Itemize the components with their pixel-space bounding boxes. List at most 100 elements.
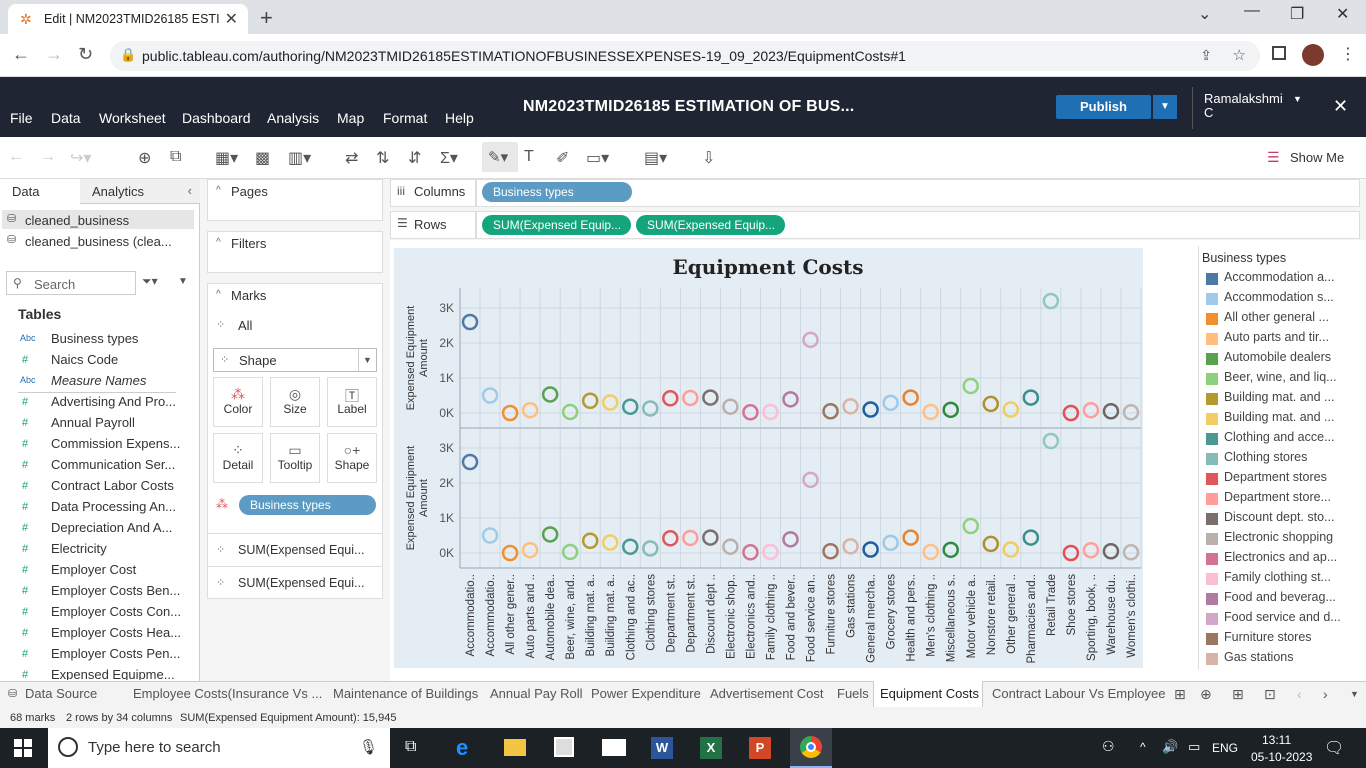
totals-icon[interactable]: Σ▾ bbox=[440, 148, 458, 168]
marks-sum-pill-2[interactable]: SUM(Expensed Equi... bbox=[238, 576, 364, 590]
menu-dashboard[interactable]: Dashboard bbox=[182, 110, 251, 126]
legend-item[interactable]: Family clothing st... bbox=[1202, 570, 1352, 588]
field-item[interactable]: Commission Expens... bbox=[51, 436, 181, 451]
format-workbook-icon[interactable]: ✐ bbox=[556, 148, 569, 168]
tab-employee-costs[interactable]: Employee Costs(Insurance Vs ... bbox=[133, 686, 322, 701]
menu-data[interactable]: Data bbox=[51, 110, 81, 126]
pause-updates-icon[interactable]: ⧉ bbox=[170, 148, 181, 166]
tab-advertisement-cost[interactable]: Advertisement Cost bbox=[710, 686, 823, 701]
volume-icon[interactable]: 🔊 bbox=[1162, 739, 1178, 755]
close-window-icon[interactable]: ✕ bbox=[1336, 4, 1349, 24]
file-explorer-icon[interactable] bbox=[504, 739, 526, 756]
legend-item[interactable]: Electronics and ap... bbox=[1202, 550, 1352, 568]
equipment-costs-chart[interactable]: Equipment Costs 0K1K2K3KExpensed Equipme… bbox=[390, 240, 1196, 670]
maximize-icon[interactable]: ❐ bbox=[1290, 4, 1304, 24]
field-item[interactable]: Employer Cost bbox=[51, 562, 181, 577]
clock-time[interactable]: 13:11 bbox=[1262, 733, 1291, 747]
rows-sum-pill-2[interactable]: SUM(Expensed Equip... bbox=[636, 215, 785, 235]
legend-item[interactable]: Department stores bbox=[1202, 470, 1352, 488]
word-icon[interactable]: W bbox=[651, 737, 673, 759]
people-icon[interactable]: ⚇ bbox=[1102, 738, 1115, 755]
legend-item[interactable]: Food and beverag... bbox=[1202, 590, 1352, 608]
minimize-icon[interactable]: — bbox=[1244, 2, 1260, 20]
search-input[interactable]: ⚲ Search bbox=[6, 271, 136, 295]
sheet-sorter-icon[interactable]: ⊞ bbox=[1174, 686, 1186, 703]
tab-data-source[interactable]: Data Source bbox=[25, 686, 97, 701]
tab-equipment-costs[interactable]: Equipment Costs bbox=[880, 686, 979, 701]
tab-annual-pay-roll[interactable]: Annual Pay Roll bbox=[490, 686, 583, 701]
new-worksheet-tab-icon[interactable]: ⊕ bbox=[1200, 686, 1212, 703]
legend-item[interactable]: Electronic shopping bbox=[1202, 530, 1352, 548]
new-dashboard-tab-icon[interactable]: ⊞ bbox=[1232, 686, 1244, 703]
field-item[interactable]: Employer Costs Hea... bbox=[51, 625, 181, 640]
field-item[interactable]: Annual Payroll bbox=[51, 415, 181, 430]
sort-ascending-icon[interactable]: ⇅ bbox=[376, 148, 389, 168]
duplicate-sheet-icon[interactable]: ▩ bbox=[255, 148, 270, 168]
sort-descending-icon[interactable]: ⇵ bbox=[408, 148, 421, 168]
legend-item[interactable]: Building mat. and ... bbox=[1202, 410, 1352, 428]
field-item[interactable]: Electricity bbox=[51, 541, 181, 556]
legend-item[interactable]: Clothing and acce... bbox=[1202, 430, 1352, 448]
new-worksheet-icon[interactable]: ▦▾ bbox=[215, 148, 238, 168]
microphone-icon[interactable]: 🎙 bbox=[359, 738, 378, 756]
new-data-source-icon[interactable]: ⊕ bbox=[138, 148, 151, 168]
browser-menu-icon[interactable]: ⋮ bbox=[1340, 44, 1356, 64]
collapse-icon[interactable]: ^ bbox=[216, 289, 221, 300]
clock-date[interactable]: 05-10-2023 bbox=[1251, 750, 1312, 764]
legend-item[interactable]: Discount dept. sto... bbox=[1202, 510, 1352, 528]
legend-item[interactable]: Clothing stores bbox=[1202, 450, 1352, 468]
new-story-tab-icon[interactable]: ⊡ bbox=[1264, 686, 1276, 703]
field-item[interactable]: Advertising And Pro... bbox=[51, 394, 181, 409]
field-item[interactable]: Contract Labor Costs bbox=[51, 478, 181, 493]
edge-icon[interactable]: e bbox=[456, 735, 468, 761]
replay-icon[interactable]: ↪▾ bbox=[70, 148, 91, 168]
browser-tab[interactable]: ✲ Edit | NM2023TMID26185 ESTIM ✕ bbox=[8, 4, 248, 34]
legend-item[interactable]: Auto parts and tir... bbox=[1202, 330, 1352, 348]
tabs-menu-icon[interactable]: ▼ bbox=[1350, 689, 1359, 699]
scroll-left-icon[interactable]: ‹ bbox=[1297, 686, 1302, 702]
swap-icon[interactable]: ⇄ bbox=[345, 148, 358, 168]
menu-analysis[interactable]: Analysis bbox=[267, 110, 319, 126]
notifications-icon[interactable]: 🗨 bbox=[1324, 738, 1344, 758]
tooltip-button[interactable]: ▭ Tooltip bbox=[270, 433, 320, 483]
publish-button[interactable]: Publish bbox=[1056, 95, 1151, 119]
task-view-icon[interactable]: ⧉ bbox=[405, 738, 416, 756]
close-editor-icon[interactable]: ✕ bbox=[1333, 96, 1348, 117]
battery-icon[interactable]: ▭ bbox=[1188, 739, 1200, 755]
collapse-pane-icon[interactable]: ‹ bbox=[188, 183, 192, 198]
tab-maintenance-of-buildings[interactable]: Maintenance of Buildings bbox=[333, 686, 478, 701]
download-icon[interactable]: ⇩ bbox=[702, 148, 715, 168]
legend-item[interactable]: Building mat. and ... bbox=[1202, 390, 1352, 408]
field-item[interactable]: Data Processing An... bbox=[51, 499, 181, 514]
share-icon[interactable]: ⇪ bbox=[1200, 47, 1212, 64]
menu-file[interactable]: File bbox=[10, 110, 33, 126]
profile-avatar[interactable] bbox=[1302, 44, 1324, 66]
publish-dropdown-icon[interactable]: ▼ bbox=[1153, 95, 1177, 119]
language-indicator[interactable]: ENG bbox=[1212, 741, 1238, 755]
undo-icon[interactable]: ← bbox=[8, 148, 24, 166]
tab-search-icon[interactable]: ⌄ bbox=[1198, 4, 1211, 24]
legend-item[interactable]: Automobile dealers bbox=[1202, 350, 1352, 368]
redo-icon[interactable]: → bbox=[40, 148, 56, 166]
field-item[interactable]: Business types bbox=[51, 331, 181, 346]
color-button[interactable]: ⁂ Color bbox=[213, 377, 263, 427]
side-panel-icon[interactable] bbox=[1272, 46, 1286, 60]
legend-item[interactable]: Food service and d... bbox=[1202, 610, 1352, 628]
url-field[interactable]: 🔒 public.tableau.com/authoring/NM2023TMI… bbox=[110, 41, 1260, 71]
tab-data[interactable]: Data bbox=[0, 179, 80, 204]
size-button[interactable]: ◎ Size bbox=[270, 377, 320, 427]
bookmark-star-icon[interactable]: ☆ bbox=[1233, 46, 1246, 64]
user-name[interactable]: Ramalakshmi C bbox=[1204, 92, 1294, 120]
labels-icon[interactable]: T bbox=[524, 148, 534, 166]
rows-sum-pill-1[interactable]: SUM(Expensed Equip... bbox=[482, 215, 631, 235]
taskbar-search-box[interactable]: Type here to search 🎙 bbox=[48, 728, 390, 768]
show-hidden-icons[interactable]: ^ bbox=[1140, 740, 1146, 754]
filter-fields-icon[interactable]: ⏷▾ bbox=[142, 274, 158, 289]
field-item[interactable]: Employer Costs Con... bbox=[51, 604, 181, 619]
menu-worksheet[interactable]: Worksheet bbox=[99, 110, 166, 126]
legend-item[interactable]: Beer, wine, and liq... bbox=[1202, 370, 1352, 388]
powerpoint-icon[interactable]: P bbox=[749, 737, 771, 759]
field-item[interactable]: Depreciation And A... bbox=[51, 520, 181, 535]
color-business-types-pill[interactable]: Business types bbox=[239, 495, 376, 515]
marks-sum-pill-1[interactable]: SUM(Expensed Equi... bbox=[238, 543, 364, 557]
